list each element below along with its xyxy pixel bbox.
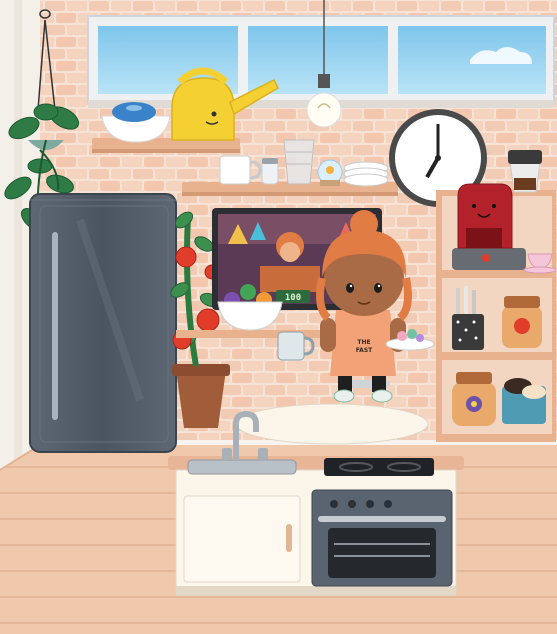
plates-icon[interactable] bbox=[343, 161, 389, 187]
salt-shaker-icon[interactable] bbox=[261, 158, 279, 185]
shirt-text-2: FAST bbox=[356, 347, 373, 354]
kitchen-scene: 100 THE FAST bbox=[0, 0, 557, 634]
oven-icon[interactable] bbox=[311, 489, 453, 587]
round-table[interactable] bbox=[235, 403, 429, 445]
tv-shelf bbox=[176, 330, 336, 338]
shirt-text-1: THE bbox=[357, 339, 370, 346]
sink-icon[interactable] bbox=[187, 459, 297, 475]
flower-jar-icon[interactable] bbox=[452, 372, 496, 426]
cabinet-door[interactable] bbox=[183, 495, 301, 583]
tv-score-text: 100 bbox=[285, 293, 301, 303]
stove-top-icon[interactable] bbox=[324, 458, 434, 476]
snow-globe-icon[interactable] bbox=[317, 159, 343, 186]
glasses-stack-icon[interactable] bbox=[283, 139, 315, 185]
coffee-pot-icon[interactable] bbox=[508, 150, 542, 193]
tomato-jar-icon[interactable] bbox=[502, 296, 542, 348]
fridge-icon[interactable] bbox=[29, 193, 177, 453]
